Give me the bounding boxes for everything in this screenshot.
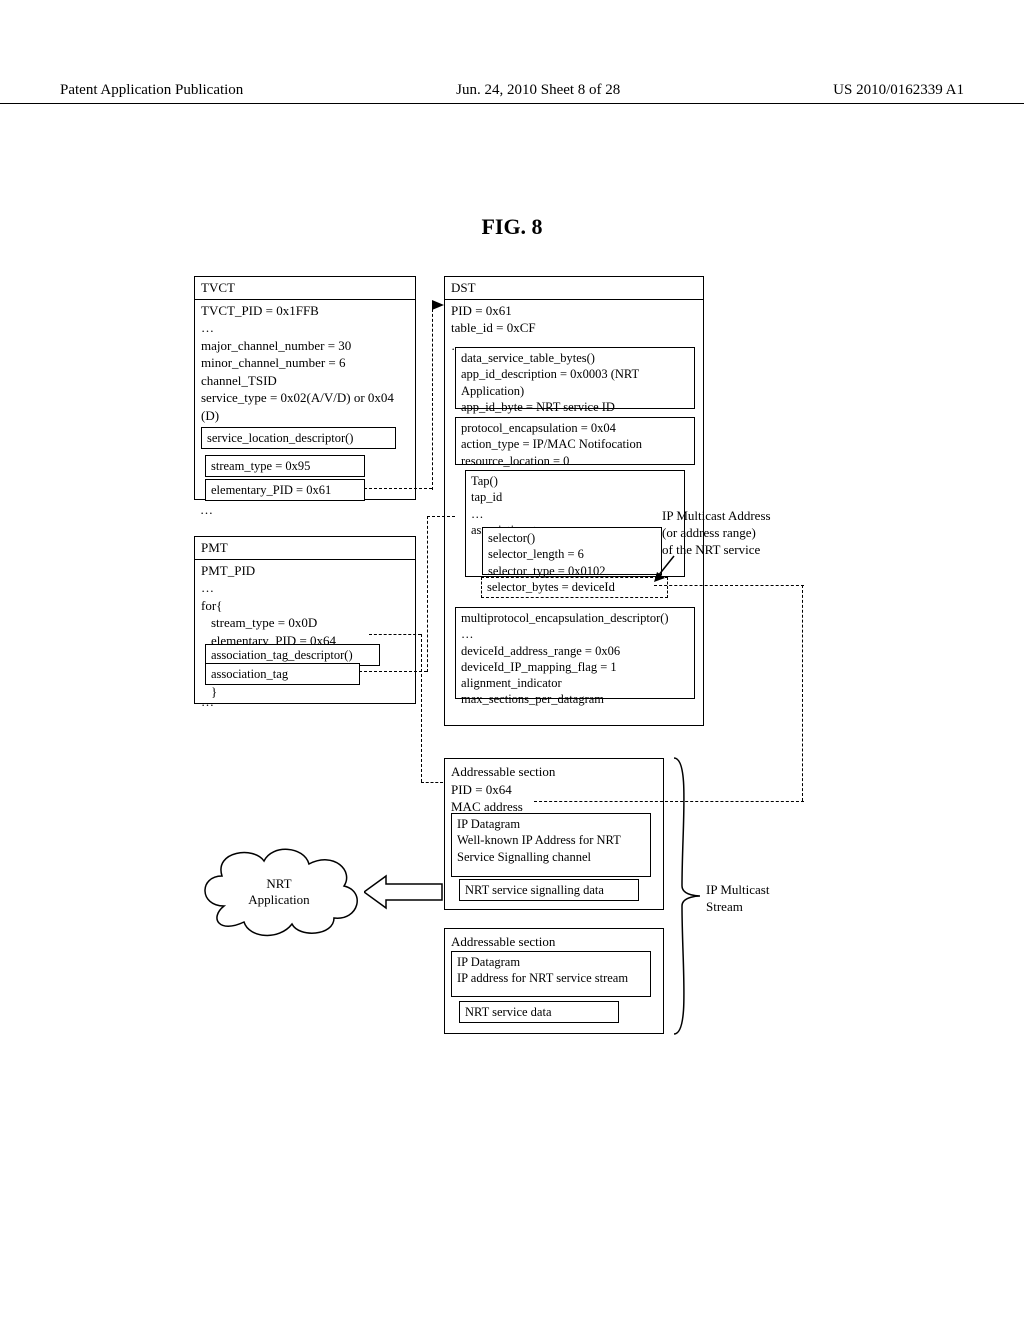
dst-appiddesc: app_id_description = 0x0003 (NRT Applica… <box>461 366 689 399</box>
addr1-ipdg-box: IP Datagram Well-known IP Address for NR… <box>451 813 651 877</box>
dst-ell3: … <box>461 626 689 642</box>
addr2-svcdata: NRT service data <box>459 1001 619 1023</box>
big-arrow-icon <box>364 874 444 910</box>
dst-selector-box: selector() selector_length = 6 selector_… <box>482 527 662 575</box>
ipnote-l1: IP Multicast Address <box>662 508 792 525</box>
addr1-pid: PID = 0x64 <box>451 781 657 799</box>
vdash-pmt-dst <box>427 516 428 672</box>
dst-actiontype: action_type = IP/MAC Notifocation <box>461 436 689 452</box>
dst-dstb-box: data_service_table_bytes() app_id_descri… <box>455 347 695 409</box>
pmt-assoctag-text: association_tag <box>211 667 288 681</box>
tvct-minor: minor_channel_number = 6 <box>201 354 409 372</box>
dash-pmt-addr2 <box>421 782 443 783</box>
stream-l2: Stream <box>706 899 769 916</box>
tvct-major: major_channel_number = 30 <box>201 337 409 355</box>
tvct-elempid-text: elementary_PID = 0x61 <box>211 483 331 497</box>
dash-pmt-dst2 <box>427 516 455 517</box>
addr1-ipdg: IP Datagram <box>457 816 645 832</box>
dst-pid: PID = 0x61 <box>451 302 697 320</box>
dash-sel-mac2 <box>534 801 804 802</box>
stream-l1: IP Multicast <box>706 882 769 899</box>
tvct-streamtype: stream_type = 0x95 <box>205 455 365 477</box>
tvct-sld-text: service_location_descriptor() <box>207 431 353 445</box>
dst-selbytes-box: selector_bytes = deviceId <box>481 577 668 598</box>
tvct-box: TVCT TVCT_PID = 0x1FFB … major_channel_n… <box>194 276 416 500</box>
tvct-streamtype-text: stream_type = 0x95 <box>211 459 310 473</box>
tvct-ell1: … <box>201 319 409 337</box>
tvct-ell4: … <box>200 502 213 518</box>
cloud-l1: NRT <box>194 876 364 892</box>
tvct-chtsid: channel_TSID <box>201 372 409 390</box>
dst-appidbyte: app_id_byte = NRT service ID <box>461 399 689 415</box>
vdash-tvct-dst <box>432 304 433 490</box>
addr2-ipdg: IP Datagram <box>457 954 645 970</box>
header-center: Jun. 24, 2010 Sheet 8 of 28 <box>456 82 620 99</box>
addr1-sigdata: NRT service signalling data <box>459 879 639 901</box>
cloud-l2: Application <box>194 892 364 908</box>
nrt-cloud: NRT Application <box>194 836 364 946</box>
dst-mped: multiprotocol_encapsulation_descriptor() <box>461 610 689 626</box>
addr2-ipaddr: IP address for NRT service stream <box>457 970 645 986</box>
pmt-ell1: … <box>201 579 409 597</box>
diagram: TVCT TVCT_PID = 0x1FFB … major_channel_n… <box>194 276 834 1146</box>
addr1-title: Addressable section <box>451 763 657 781</box>
pmt-pid: PMT_PID <box>201 562 409 580</box>
stream-label: IP Multicast Stream <box>706 882 769 916</box>
ip-multicast-note: IP Multicast Address (or address range) … <box>662 508 792 559</box>
dst-devrange: deviceId_address_range = 0x06 <box>461 643 689 659</box>
brace-icon <box>672 756 702 1036</box>
pmt-title: PMT <box>195 537 415 560</box>
figure-title: FIG. 8 <box>0 214 1024 240</box>
dash-pmt-dst <box>359 671 427 672</box>
dst-tableid: table_id = 0xCF <box>451 319 697 337</box>
tvct-pid: TVCT_PID = 0x1FFB <box>201 302 409 320</box>
dst-ell2: … <box>471 506 679 522</box>
header-right: US 2010/0162339 A1 <box>833 82 964 99</box>
addr1-wk1: Well-known IP Address for NRT <box>457 832 645 848</box>
dst-sellen: selector_length = 6 <box>488 546 656 562</box>
addr2-ipdg-box: IP Datagram IP address for NRT service s… <box>451 951 651 997</box>
dash-pmt-addr <box>369 634 421 635</box>
tvct-sld: service_location_descriptor() <box>201 427 396 449</box>
dst-selector: selector() <box>488 530 656 546</box>
addr2-svcdata-text: NRT service data <box>465 1005 552 1019</box>
page-header: Patent Application Publication Jun. 24, … <box>0 82 1024 104</box>
dst-tap: Tap() <box>471 473 679 489</box>
dst-tap-box: Tap() tap_id … association_tag selector(… <box>465 470 685 577</box>
addr-section-2: Addressable section IP Datagram IP addre… <box>444 928 664 1034</box>
dst-dstb: data_service_table_bytes() <box>461 350 689 366</box>
pmt-ell2: … <box>201 693 214 711</box>
dst-align: alignment_indicator <box>461 675 689 691</box>
pmt-box: PMT PMT_PID … for{ stream_type = 0x0D el… <box>194 536 416 704</box>
ipnote-l2: (or address range) <box>662 525 792 542</box>
dst-selbytes: selector_bytes = deviceId <box>487 580 615 594</box>
dash-tvct-dst <box>364 488 432 489</box>
tvct-svctype: service_type = 0x02(A/V/D) or 0x04 (D) <box>201 389 409 424</box>
addr-section-1: Addressable section PID = 0x64 MAC addre… <box>444 758 664 910</box>
pmt-assoctag: association_tag <box>205 663 360 685</box>
header-left: Patent Application Publication <box>60 82 243 99</box>
addr1-sigdata-text: NRT service signalling data <box>465 883 604 897</box>
vdash-pmt-addr <box>421 634 422 782</box>
dst-tapid: tap_id <box>471 489 679 505</box>
dst-devflag: deviceId_IP_mapping_flag = 1 <box>461 659 689 675</box>
arrowhead-icon <box>432 300 446 310</box>
dst-mped-box: multiprotocol_encapsulation_descriptor()… <box>455 607 695 699</box>
addr1-wk2: Service Signalling channel <box>457 849 645 865</box>
addr2-title: Addressable section <box>451 933 657 951</box>
dst-title: DST <box>445 277 703 300</box>
dst-protoencap: protocol_encapsulation = 0x04 <box>461 420 689 436</box>
dst-box: DST PID = 0x61 table_id = 0xCF … data_se… <box>444 276 704 726</box>
pmt-for: for{ <box>201 597 409 615</box>
pmt-atd-text: association_tag_descriptor() <box>211 648 353 662</box>
dash-sel-mac1 <box>654 585 804 586</box>
dst-maxsect: max_sections_per_datagram <box>461 691 689 707</box>
pmt-streamtype: stream_type = 0x0D <box>201 614 409 632</box>
vdash-sel-mac <box>802 585 803 801</box>
tvct-elempid: elementary_PID = 0x61 <box>205 479 365 501</box>
arrow-icon <box>654 554 684 584</box>
dst-encap-box: protocol_encapsulation = 0x04 action_typ… <box>455 417 695 465</box>
dst-resloc: resource_location = 0 <box>461 453 689 469</box>
tvct-title: TVCT <box>195 277 415 300</box>
